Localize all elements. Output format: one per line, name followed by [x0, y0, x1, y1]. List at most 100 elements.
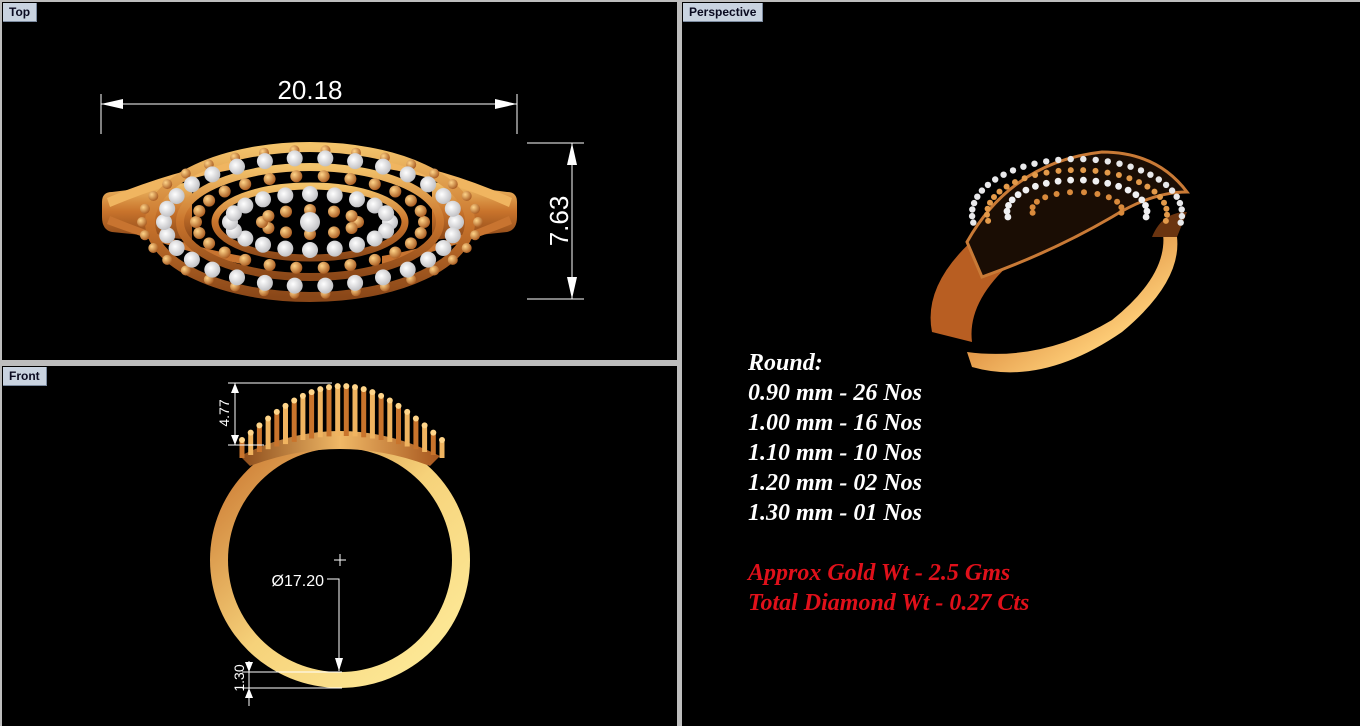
diamond-stone [317, 150, 334, 167]
gold-bead [190, 216, 202, 228]
gold-bead [447, 254, 458, 265]
diamond-stone [435, 240, 452, 256]
diamond-stone [968, 212, 976, 220]
diamond-stone [970, 199, 978, 207]
gold-bead [218, 246, 231, 259]
diamond-stone [347, 274, 364, 291]
gold-bead [1144, 183, 1151, 190]
gold-bead [1067, 189, 1073, 196]
gold-bead [239, 253, 252, 266]
diamond-stone [286, 150, 303, 167]
diamond-stone [317, 277, 334, 294]
diamond-stone [1031, 160, 1038, 167]
prong [387, 400, 393, 442]
gold-bead [345, 210, 358, 222]
diamond-stone [1000, 171, 1007, 178]
prong [274, 411, 280, 447]
diamond-stone [237, 197, 254, 214]
prong-tip [369, 389, 376, 396]
gold-bead [148, 243, 159, 253]
gold-bead [139, 203, 150, 214]
gold-bead [1114, 198, 1121, 205]
gold-bead [1164, 211, 1170, 218]
viewport-front[interactable]: Front Ø17.20 4.77 1.30 [2, 366, 677, 726]
gold-bead [1012, 179, 1018, 186]
diamond-stone [349, 236, 365, 253]
gold-bead [203, 237, 216, 250]
diamond-stone [1104, 179, 1112, 187]
prong [309, 392, 315, 439]
gold-bead [1104, 169, 1111, 176]
prong-tip [343, 383, 350, 390]
diamond-stone [1142, 202, 1149, 209]
prong [361, 389, 367, 438]
diamond-stone [974, 193, 981, 200]
prong-tip [247, 429, 254, 436]
front-view-drawing: Ø17.20 4.77 1.30 [210, 382, 470, 706]
diamond-stone [1092, 156, 1099, 164]
diamond-stone [1116, 160, 1123, 167]
prong [378, 395, 384, 440]
prong [343, 386, 349, 436]
gold-bead [280, 226, 292, 239]
diamond-stone [1115, 182, 1122, 190]
diamond-stone [969, 206, 976, 213]
diamond-stone [256, 274, 273, 291]
prong [396, 405, 401, 445]
diamond-stone [1162, 181, 1170, 189]
prong-tip [291, 397, 298, 404]
gold-bead [368, 253, 381, 266]
ring-perspective [930, 150, 1191, 373]
dimension-height-label: 7.63 [544, 196, 574, 247]
gold-bead [290, 261, 303, 274]
diamond-stone [375, 158, 391, 175]
prong [265, 418, 271, 450]
stone-line-3: 1.10 mm - 10 Nos [748, 440, 922, 466]
gold-bead [389, 185, 402, 198]
diamond-stone [286, 277, 303, 294]
gold-bead [1042, 194, 1049, 201]
gold-bead [1067, 167, 1074, 174]
prong-tip [299, 392, 306, 399]
dimension-band-thickness-label: 1.30 [231, 664, 247, 691]
prong-tip [439, 437, 445, 443]
gold-bead [1115, 172, 1122, 178]
gold-bead [461, 243, 472, 253]
viewport-top[interactable]: Top 20.18 7.63 [2, 2, 677, 360]
gold-bead [1081, 189, 1087, 196]
gold-bead [470, 203, 481, 214]
diamond-stone [444, 200, 461, 217]
gold-bead [1118, 204, 1125, 211]
diamond-stone [168, 240, 185, 256]
stone-line-2: 1.00 mm - 16 Nos [748, 410, 922, 436]
gold-bead [1032, 172, 1039, 178]
gold-bead [470, 230, 481, 241]
diamond-stone [1137, 167, 1145, 174]
gold-bead [1105, 194, 1112, 201]
gold-bead [344, 259, 357, 271]
gold-bead [1163, 205, 1170, 212]
gold-bead [239, 178, 252, 191]
diamond-stone [255, 191, 271, 208]
gold-bead [985, 217, 992, 224]
diamond-stone [1080, 155, 1087, 163]
diamond-stone [399, 166, 416, 183]
diamond-stone [1067, 176, 1074, 184]
prong-tip [256, 422, 263, 429]
diamond-stone [349, 191, 365, 208]
gold-bead [987, 199, 993, 206]
gold-bead [345, 222, 358, 234]
diamond-stone [302, 186, 318, 202]
diamond-stone [399, 261, 416, 278]
gold-bead [984, 211, 990, 218]
diamond-stone [1143, 207, 1151, 215]
prong-tip [404, 408, 411, 415]
prong [317, 389, 323, 438]
viewport-perspective[interactable]: Perspective Round: 0.90 mm - 26 Nos 1.00… [682, 2, 1360, 726]
prong-tip [378, 392, 385, 399]
gold-bead [263, 259, 276, 271]
diamond-stone [1067, 155, 1074, 163]
prong [291, 400, 297, 442]
diamond-stone [1178, 206, 1185, 213]
diamond-stone [1014, 191, 1022, 199]
